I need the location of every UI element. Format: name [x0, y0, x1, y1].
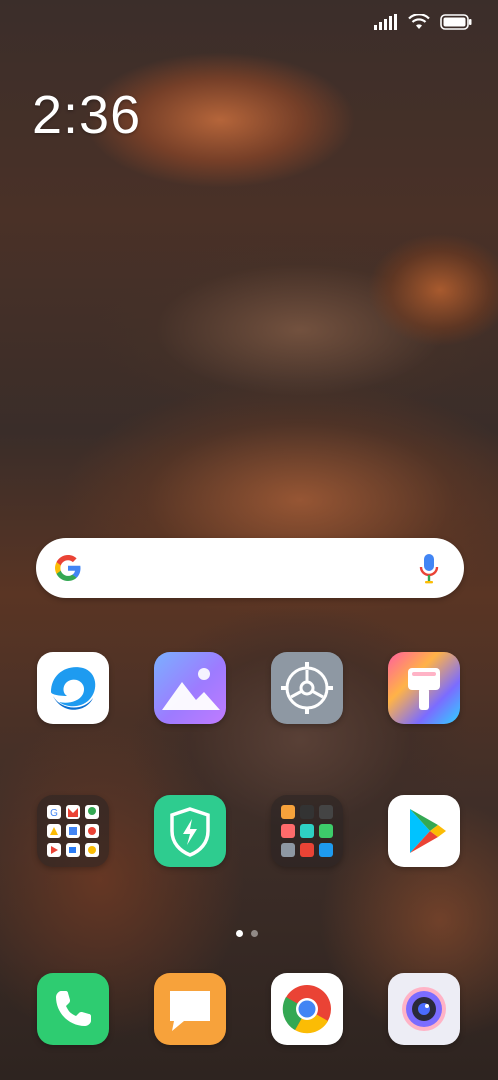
page-dot-active[interactable] [236, 930, 243, 937]
wifi-icon [408, 14, 430, 29]
messages-app-icon[interactable] [154, 973, 226, 1045]
signal-icon [374, 14, 397, 30]
clock-widget[interactable]: 2:36 [32, 84, 141, 146]
tools-folder[interactable] [271, 795, 343, 867]
play-store-app-icon[interactable] [388, 795, 460, 867]
phone-app-icon[interactable] [37, 973, 109, 1045]
page-dot[interactable] [251, 930, 258, 937]
page-indicator[interactable] [236, 930, 258, 937]
google-search-bar[interactable] [36, 538, 464, 598]
security-app-icon[interactable] [154, 795, 226, 867]
browser-app-icon[interactable] [37, 652, 109, 724]
chrome-app-icon[interactable] [271, 973, 343, 1045]
microphone-icon[interactable] [418, 553, 440, 585]
settings-app-icon[interactable] [271, 652, 343, 724]
status-bar [374, 10, 472, 34]
themes-app-icon[interactable] [388, 652, 460, 724]
google-g-icon [55, 555, 81, 581]
google-apps-folder[interactable]: G [37, 795, 109, 867]
battery-icon [440, 14, 472, 30]
svg-text:G: G [50, 808, 58, 819]
gallery-app-icon[interactable] [154, 652, 226, 724]
camera-app-icon[interactable] [388, 973, 460, 1045]
